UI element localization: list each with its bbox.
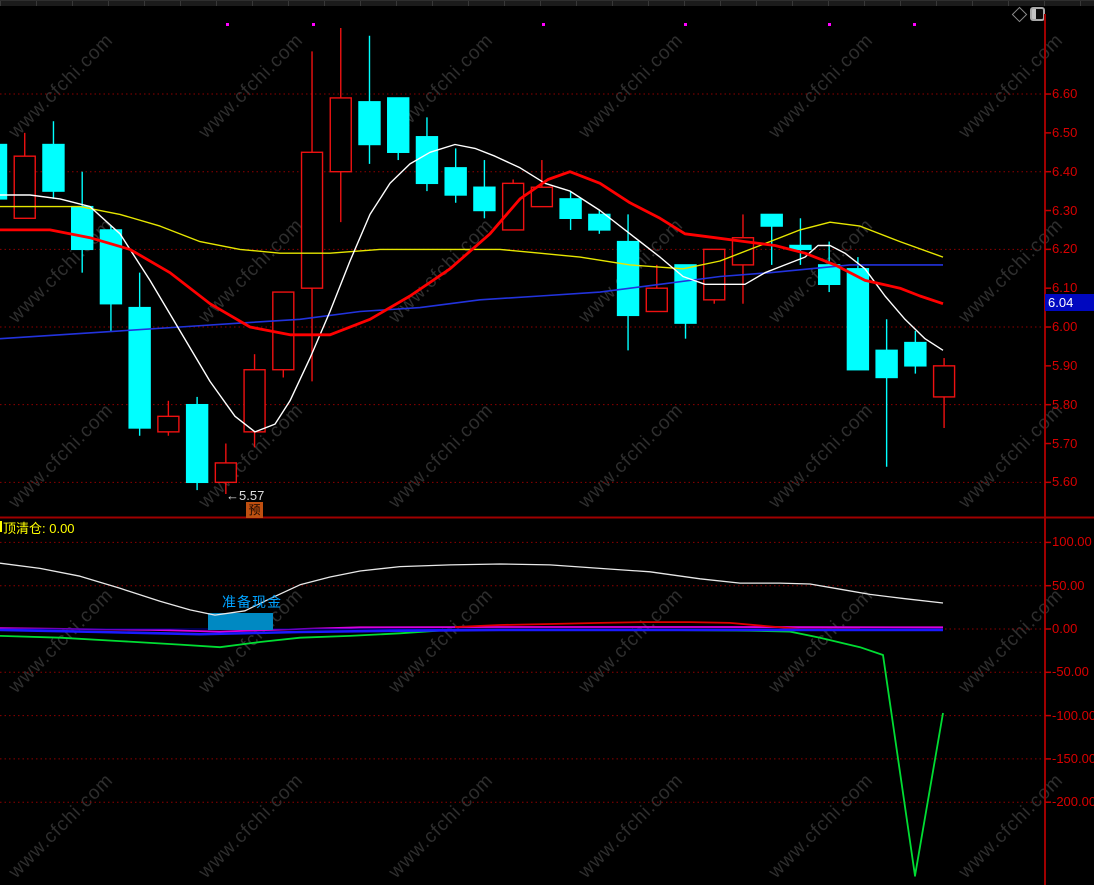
watermark: www.cfchi.com bbox=[954, 30, 1068, 144]
candle-down bbox=[415, 136, 439, 185]
watermark: www.cfchi.com bbox=[4, 585, 118, 699]
price-axis-label: 5.80 bbox=[1052, 396, 1078, 412]
watermark: www.cfchi.com bbox=[384, 400, 498, 514]
price-axis-label: 6.30 bbox=[1052, 202, 1078, 218]
candle-down bbox=[185, 403, 209, 484]
candle-up bbox=[243, 369, 266, 433]
watermark: www.cfchi.com bbox=[194, 30, 308, 144]
month-marker-dot bbox=[828, 23, 831, 26]
watermark: www.cfchi.com bbox=[574, 770, 688, 884]
candle-up bbox=[645, 287, 668, 313]
stock-chart-window: www.cfchi.com www.cfchi.com www.cfchi.com w… bbox=[0, 0, 1094, 885]
watermark: www.cfchi.com bbox=[574, 30, 688, 144]
watermark: www.cfchi.com bbox=[764, 770, 878, 884]
watermark: www.cfchi.com bbox=[764, 400, 878, 514]
month-marker-dot bbox=[312, 23, 315, 26]
candle-down bbox=[42, 143, 65, 192]
clipped-glyph-fragment bbox=[0, 521, 2, 532]
indicator-axis-label: 100.00 bbox=[1052, 534, 1092, 550]
candle-down bbox=[444, 167, 467, 196]
price-axis-label: 5.70 bbox=[1052, 435, 1078, 451]
chart-canvas[interactable]: www.cfchi.com www.cfchi.com www.cfchi.com w… bbox=[0, 0, 1094, 885]
watermark: www.cfchi.com bbox=[194, 770, 308, 884]
candle-up bbox=[932, 365, 956, 398]
watermark: www.cfchi.com bbox=[954, 400, 1068, 514]
alert-badge[interactable]: 预 bbox=[246, 502, 263, 518]
watermark: www.cfchi.com bbox=[954, 770, 1068, 884]
signal-text: 准备现金 bbox=[222, 594, 282, 610]
candle-down bbox=[559, 198, 582, 219]
price-axis-label: 6.20 bbox=[1052, 241, 1078, 257]
indicator-axis-label: 0.00 bbox=[1052, 621, 1078, 636]
watermark: www.cfchi.com bbox=[4, 770, 118, 884]
price-axis-label: 6.60 bbox=[1052, 86, 1078, 102]
price-axis-label: 6.50 bbox=[1052, 124, 1078, 140]
month-marker-dot bbox=[913, 23, 916, 26]
candle-down bbox=[70, 205, 94, 251]
candle-down bbox=[904, 341, 927, 367]
watermark: www.cfchi.com bbox=[384, 585, 498, 699]
watermark: www.cfchi.com bbox=[384, 215, 498, 329]
candle-down bbox=[473, 186, 496, 212]
watermark: www.cfchi.com bbox=[574, 400, 688, 514]
month-marker-dot bbox=[684, 23, 687, 26]
indicator-axis-label: -50.00 bbox=[1052, 664, 1089, 680]
candle-up bbox=[214, 462, 238, 484]
watermark: www.cfchi.com bbox=[4, 400, 118, 514]
low-price-annotation: ←5.57 bbox=[226, 488, 265, 503]
watermark: www.cfchi.com bbox=[574, 585, 688, 699]
candle-down bbox=[875, 349, 898, 379]
watermark: www.cfchi.com bbox=[384, 770, 498, 884]
indicator-axis-label: -200.00 bbox=[1052, 794, 1094, 810]
candle-down bbox=[387, 97, 410, 153]
price-axis-label: 5.60 bbox=[1052, 474, 1078, 490]
candle-down bbox=[616, 240, 640, 317]
signal-bar bbox=[208, 613, 273, 630]
price-axis-label: 6.40 bbox=[1052, 163, 1078, 179]
candle-down bbox=[846, 268, 870, 371]
candle-down bbox=[128, 306, 151, 429]
candle-up bbox=[300, 151, 324, 289]
candle-up bbox=[157, 415, 180, 433]
month-marker-dot bbox=[226, 23, 229, 26]
last-price-tag: 6.04 bbox=[1045, 294, 1094, 311]
candle-down bbox=[358, 101, 381, 146]
watermark: www.cfchi.com bbox=[954, 215, 1068, 329]
candle-down bbox=[588, 213, 611, 231]
watermark: www.cfchi.com bbox=[954, 585, 1068, 699]
candle-up bbox=[329, 97, 352, 173]
watermark: www.cfchi.com bbox=[764, 585, 878, 699]
candle-down bbox=[674, 264, 697, 324]
month-marker-dot bbox=[542, 23, 545, 26]
price-axis-label: 6.00 bbox=[1052, 319, 1078, 335]
candle-down bbox=[760, 213, 783, 227]
price-axis-label: 6.10 bbox=[1052, 280, 1078, 296]
candle-down bbox=[0, 143, 8, 200]
indicator-axis-label: 50.00 bbox=[1052, 577, 1085, 593]
indicator-axis-label: -100.00 bbox=[1052, 707, 1094, 723]
indicator-axis-label: -150.00 bbox=[1052, 750, 1094, 766]
watermark: www.cfchi.com bbox=[4, 30, 118, 144]
candle-up bbox=[13, 155, 36, 219]
watermark: www.cfchi.com bbox=[764, 30, 878, 144]
price-axis-label: 5.90 bbox=[1052, 357, 1078, 373]
indicator-title: 顶清仓: 0.00 bbox=[3, 521, 75, 536]
candle-up bbox=[703, 248, 726, 301]
